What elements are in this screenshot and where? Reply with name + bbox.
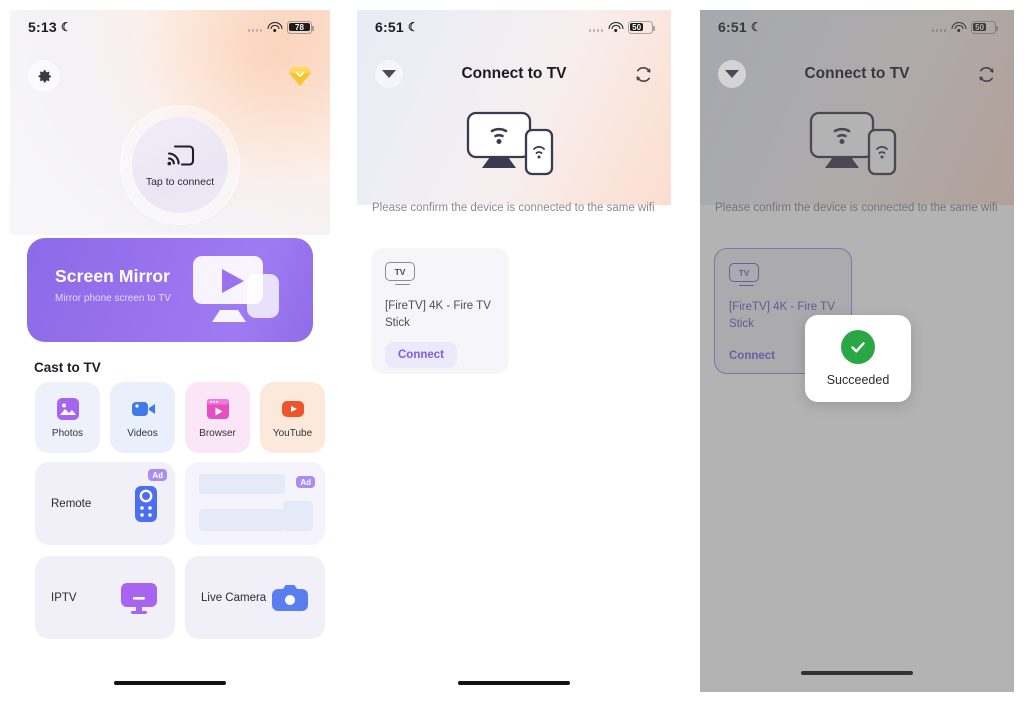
connect-button[interactable]: Connect (385, 342, 457, 369)
phone-screen-home: 5:13 ☾ 78 Tap to connect Screen Mirror M… (10, 10, 330, 702)
tap-to-connect-core: Tap to connect (132, 117, 228, 213)
status-time: 5:13 (28, 19, 57, 35)
signal-dots-icon (588, 23, 603, 32)
cast-tile-label: Videos (127, 427, 158, 439)
battery-level: 50 (630, 22, 643, 32)
moon-icon: ☾ (407, 20, 419, 34)
chevron-down-button[interactable] (375, 60, 403, 88)
tv-badge-icon: TV (385, 262, 419, 288)
screen-mirror-card[interactable]: Screen Mirror Mirror phone screen to TV (27, 238, 313, 342)
cast-tile-live-camera[interactable]: Live Camera (185, 556, 325, 639)
tap-to-connect-label: Tap to connect (145, 175, 215, 188)
success-toast-label: Succeeded (826, 373, 890, 387)
ad-badge: Ad (148, 469, 167, 481)
cast-tile-remote[interactable]: Ad Remote (35, 462, 175, 545)
cast-row-2: Ad Remote Ad (35, 462, 325, 545)
tap-to-connect-button[interactable]: Tap to connect (120, 105, 240, 225)
ad-skeleton-block (283, 501, 313, 531)
phone-screen-connect-succeeded: 6:51 ☾ 50 Connect to TV Please confirm t… (700, 10, 1014, 692)
wifi-icon (608, 21, 623, 33)
refresh-icon[interactable] (977, 65, 996, 84)
page-title: Connect to TV (461, 65, 567, 82)
browser-icon (206, 398, 229, 419)
check-icon (851, 342, 865, 353)
home-indicator (114, 680, 226, 685)
cast-tile-photos[interactable]: Photos (35, 382, 100, 453)
cast-icon (167, 144, 195, 166)
cast-tile-grid: Photos Videos Browser YouTube (35, 382, 325, 453)
wifi-hint-text: Please confirm the device is connected t… (372, 202, 655, 214)
ad-skeleton-line (199, 474, 285, 494)
settings-button[interactable] (28, 60, 60, 92)
status-time-group: 6:51 ☾ (375, 19, 419, 35)
battery-level: 78 (289, 23, 310, 32)
photo-icon (56, 397, 79, 420)
camera-icon (272, 584, 308, 611)
wifi-icon (267, 21, 282, 33)
cast-tile-label: Remote (51, 497, 92, 510)
signal-dots-icon (247, 23, 262, 32)
cast-tile-label: Browser (199, 427, 236, 439)
tv-badge-label: TV (385, 262, 415, 281)
connect-header: Connect to TV (357, 54, 671, 94)
moon-icon: ☾ (60, 20, 72, 34)
phone-screen-connect: 6:51 ☾ 50 Connect to TV Please confirm t… (357, 10, 671, 702)
status-time: 6:51 (375, 19, 404, 35)
ad-placeholder-card[interactable]: Ad (185, 462, 325, 545)
check-circle-icon (841, 330, 875, 364)
tv-badge-stand (394, 283, 410, 286)
cast-tile-label: Photos (51, 427, 84, 439)
video-camera-icon (131, 401, 155, 416)
cast-tile-browser[interactable]: Browser (185, 382, 250, 453)
ad-skeleton-line (199, 509, 285, 531)
youtube-icon (281, 400, 304, 417)
refresh-icon[interactable] (634, 65, 653, 84)
status-indicators: 50 (588, 20, 656, 34)
chevron-down-icon (382, 70, 396, 78)
chevron-down-icon (725, 70, 739, 78)
battery-icon: 50 (628, 20, 656, 34)
status-indicators: 78 (247, 20, 315, 34)
cast-tile-youtube[interactable]: YouTube (260, 382, 325, 453)
screen-mirror-text: Screen Mirror Mirror phone screen to TV (55, 266, 171, 304)
screen-mirror-title: Screen Mirror (55, 266, 171, 286)
screen-mirror-subtitle: Mirror phone screen to TV (55, 293, 171, 304)
cast-tile-label: YouTube (272, 427, 313, 439)
home-indicator (458, 680, 570, 685)
remote-control-icon (135, 485, 157, 522)
tv-play-icon (193, 256, 279, 322)
diamond-icon[interactable] (288, 65, 312, 87)
gear-icon (38, 69, 51, 82)
chevron-down-button[interactable] (718, 60, 746, 88)
tv-phone-wifi-icon (466, 111, 554, 176)
status-time-group: 5:13 ☾ (28, 19, 72, 35)
monitor-icon (121, 582, 157, 614)
device-name: [FireTV] 4K - Fire TV Stick (385, 300, 491, 329)
success-toast: Succeeded (805, 315, 911, 402)
cast-tile-label: IPTV (51, 591, 77, 604)
battery-icon: 78 (287, 20, 315, 34)
cast-tile-videos[interactable]: Videos (110, 382, 175, 453)
ad-badge: Ad (296, 476, 315, 488)
cast-to-tv-heading: Cast to TV (34, 360, 101, 375)
cast-row-3: IPTV Live Camera (35, 556, 325, 639)
device-card[interactable]: TV [FireTV] 4K - Fire TV Stick Connect (371, 248, 509, 374)
home-action-row (10, 56, 330, 96)
status-bar: 6:51 ☾ 50 (357, 10, 671, 44)
cast-tile-iptv[interactable]: IPTV (35, 556, 175, 639)
status-bar: 5:13 ☾ 78 (10, 10, 330, 44)
cast-tile-label: Live Camera (201, 591, 267, 604)
